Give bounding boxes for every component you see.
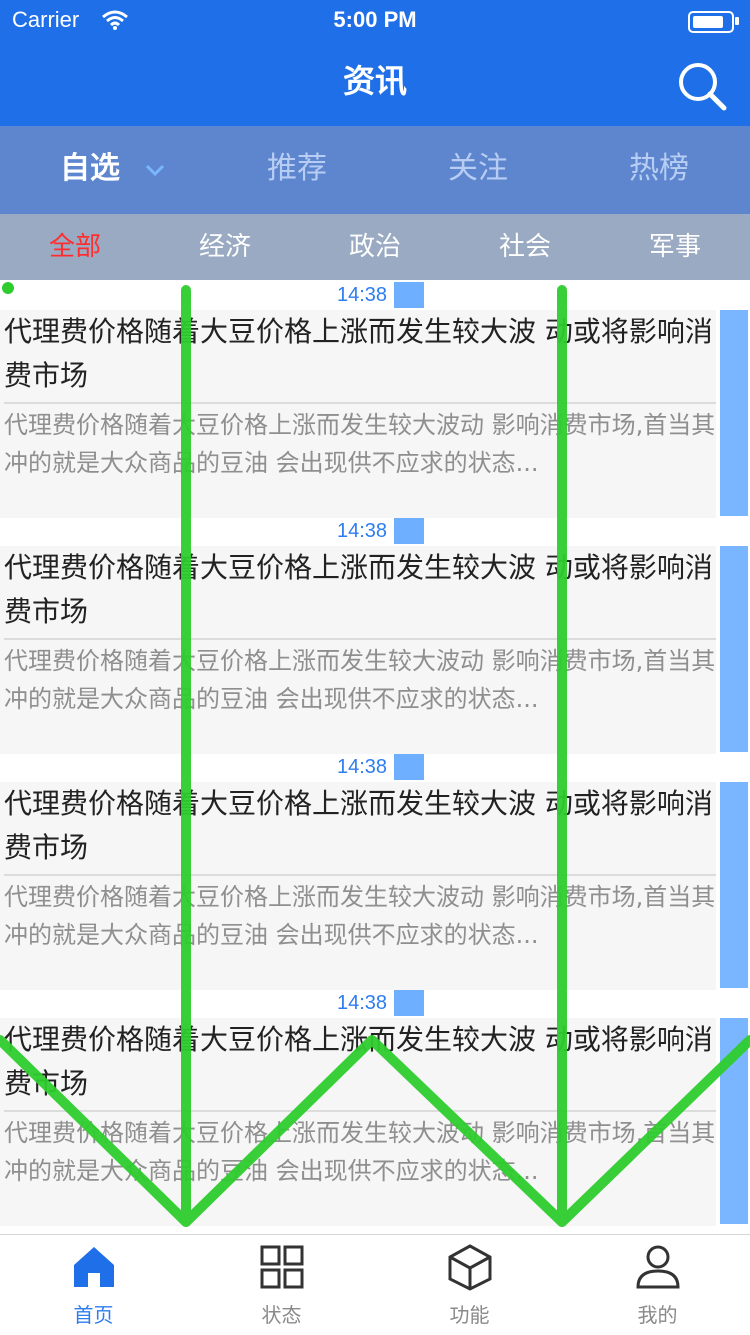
news-side-bar — [720, 310, 748, 516]
chevron-down-icon[interactable] — [144, 162, 166, 178]
tab-topic-2[interactable]: 关注 — [428, 148, 528, 190]
list-item[interactable]: 14:38 代理费价格随着大豆价格上涨而发生较大波 动或将影响消费市场 代理费价… — [0, 518, 750, 754]
category-tabs: 全部 经济 政治 社会 军事 — [0, 214, 750, 280]
news-headline: 代理费价格随着大豆价格上涨而发生较大波 动或将影响消费市场 — [4, 1023, 713, 1100]
tab-label: 我的 — [637, 1303, 678, 1327]
tab-status[interactable]: 状态 — [188, 1235, 375, 1335]
news-flag — [394, 754, 424, 780]
news-body: 代理费价格随着大豆价格上涨而发生较大波 动或将影响消费市场 代理费价格随着大豆价… — [0, 310, 716, 518]
news-flag — [394, 990, 424, 1016]
tab-home[interactable]: 首页 — [0, 1235, 187, 1335]
news-time: 14:38 — [336, 992, 388, 1014]
news-summary: 代理费价格随着大豆价格上涨而发生较大波动 影响消费市场,首当其冲的就是大众商品的… — [4, 402, 716, 482]
news-side-bar — [720, 782, 748, 988]
news-time: 14:38 — [336, 756, 388, 778]
tab-function[interactable]: 功能 — [376, 1235, 563, 1335]
grid-icon — [260, 1245, 304, 1289]
tab-topic-0[interactable]: 自选 — [42, 148, 138, 190]
news-summary: 代理费价格随着大豆价格上涨而发生较大波动 影响消费市场,首当其冲的就是大众商品的… — [4, 874, 716, 954]
user-icon — [636, 1245, 680, 1289]
cube-icon — [448, 1244, 492, 1291]
news-flag — [394, 518, 424, 544]
tab-bar: 首页 状态 功能 我的 — [0, 1234, 750, 1335]
list-item[interactable]: 14:38 代理费价格随着大豆价格上涨而发生较大波 动或将影响消费市场 代理费价… — [0, 990, 750, 1226]
tab-label: 首页 — [73, 1303, 114, 1327]
tab-topic-1[interactable]: 推荐 — [248, 148, 346, 190]
list-item[interactable]: 14:38 代理费价格随着大豆价格上涨而发生较大波 动或将影响消费市场 代理费价… — [0, 282, 750, 518]
news-body: 代理费价格随着大豆价格上涨而发生较大波 动或将影响消费市场 代理费价格随着大豆价… — [0, 782, 716, 990]
status-time: 5:00 PM — [333, 7, 417, 32]
page-title: 资讯 — [342, 62, 407, 100]
news-side-bar — [720, 546, 748, 752]
tab-label: 状态 — [261, 1303, 302, 1327]
battery-icon — [688, 11, 734, 33]
home-icon — [74, 1247, 114, 1287]
tab-category-0[interactable]: 全部 — [32, 228, 118, 266]
topic-tabs: 自选 推荐 关注 热榜 — [0, 126, 750, 214]
tab-category-3[interactable]: 社会 — [482, 228, 568, 266]
news-flag — [394, 282, 424, 308]
search-icon[interactable] — [670, 56, 734, 120]
news-summary: 代理费价格随着大豆价格上涨而发生较大波动 影响消费市场,首当其冲的就是大众商品的… — [4, 1110, 716, 1190]
news-headline: 代理费价格随着大豆价格上涨而发生较大波 动或将影响消费市场 — [4, 787, 713, 864]
tab-category-4[interactable]: 军事 — [632, 228, 718, 266]
news-body: 代理费价格随着大豆价格上涨而发生较大波 动或将影响消费市场 代理费价格随着大豆价… — [0, 1018, 716, 1226]
news-headline: 代理费价格随着大豆价格上涨而发生较大波 动或将影响消费市场 — [4, 315, 713, 392]
battery-tip — [735, 17, 739, 25]
news-body: 代理费价格随着大豆价格上涨而发生较大波 动或将影响消费市场 代理费价格随着大豆价… — [0, 546, 716, 754]
status-bar: Carrier 5:00 PM — [0, 0, 750, 40]
news-side-bar — [720, 1018, 748, 1224]
tab-label: 功能 — [449, 1303, 490, 1327]
news-time: 14:38 — [336, 284, 388, 306]
tab-mine[interactable]: 我的 — [564, 1235, 750, 1335]
nav-bar: 资讯 — [0, 40, 750, 126]
tab-category-1[interactable]: 经济 — [182, 228, 268, 266]
tab-category-2[interactable]: 政治 — [332, 228, 418, 266]
news-headline: 代理费价格随着大豆价格上涨而发生较大波 动或将影响消费市场 — [4, 551, 713, 628]
list-item[interactable]: 14:38 代理费价格随着大豆价格上涨而发生较大波 动或将影响消费市场 代理费价… — [0, 754, 750, 990]
tab-topic-3[interactable]: 热榜 — [610, 148, 708, 190]
news-summary: 代理费价格随着大豆价格上涨而发生较大波动 影响消费市场,首当其冲的就是大众商品的… — [4, 638, 716, 718]
news-time: 14:38 — [336, 520, 388, 542]
